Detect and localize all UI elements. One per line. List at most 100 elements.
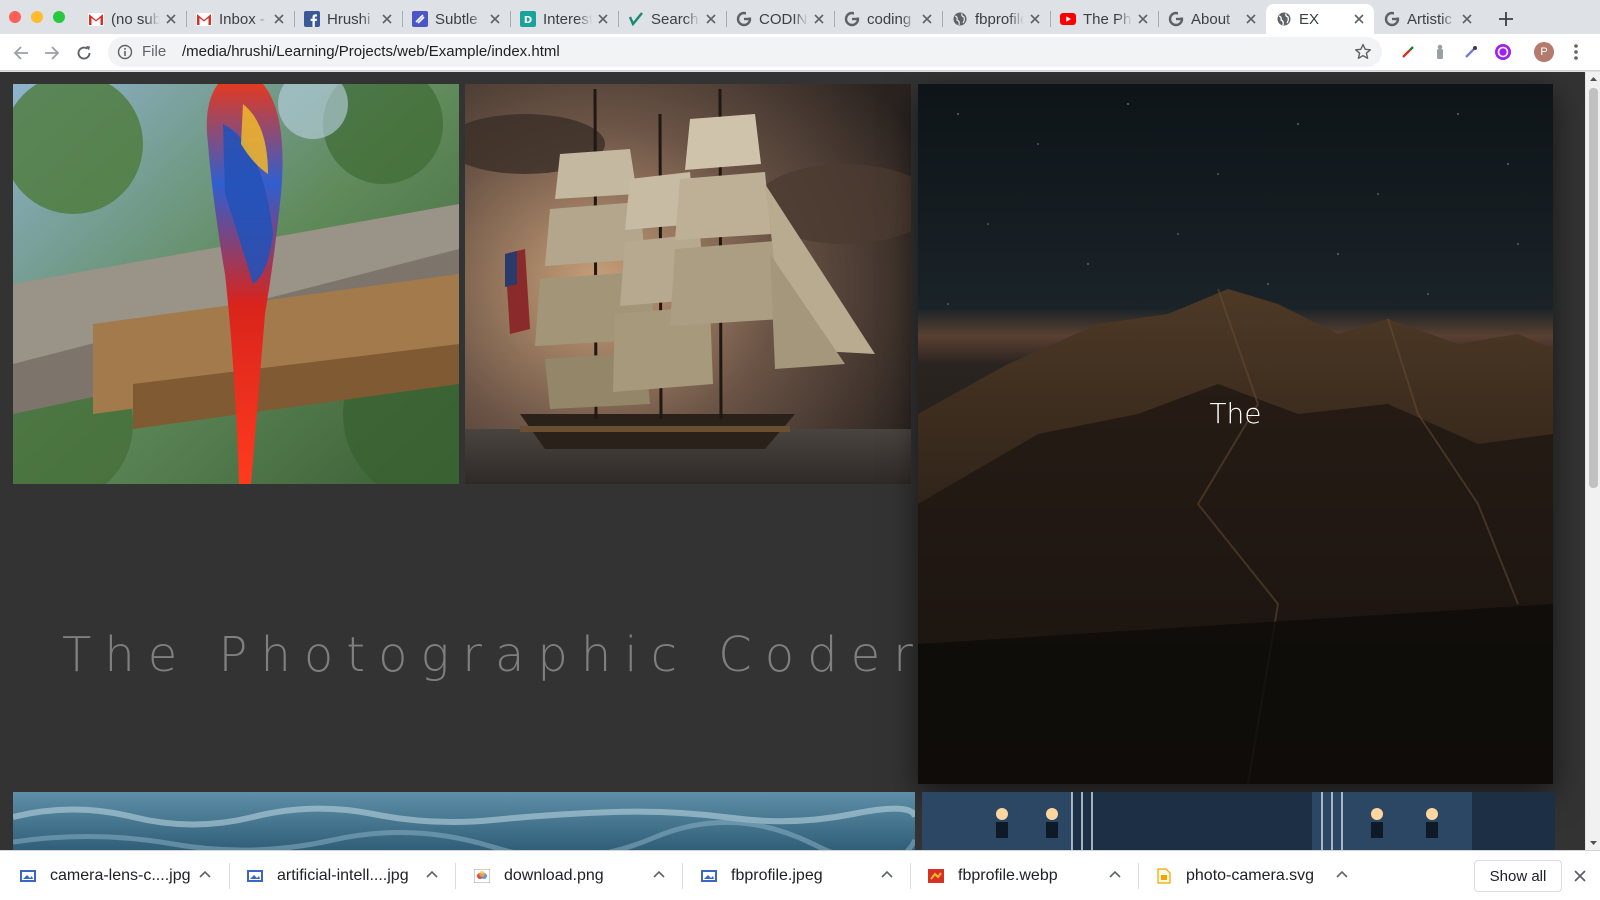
tab[interactable]: The Ph [1050,4,1158,34]
url-text[interactable]: /media/hrushi/Learning/Projects/web/Exam… [182,43,560,60]
close-tab-icon[interactable] [1460,12,1474,26]
browser-menu-button[interactable] [1566,42,1586,62]
close-tab-icon[interactable] [1136,12,1150,26]
google-icon [1384,11,1400,27]
ghost-icon [412,11,428,27]
shelf-divider [455,863,456,889]
close-tab-icon[interactable] [1028,12,1042,26]
page-scrollbar[interactable] [1585,72,1600,850]
reload-icon [77,46,91,60]
close-tab-icon[interactable] [164,12,178,26]
show-all-downloads-button[interactable]: Show all [1474,860,1562,892]
download-filename: fbprofile.webp [958,867,1058,884]
browser-toolbar: File /media/hrushi/Learning/Projects/web… [0,34,1600,71]
purple-extension-icon[interactable] [1493,42,1513,62]
eyedropper-extension-icon[interactable] [1461,42,1481,62]
tab[interactable]: Inbox - [186,4,294,34]
close-tab-icon[interactable] [1244,12,1258,26]
more-vert-icon [1574,44,1578,60]
tab-title: EX [1299,10,1320,28]
color-picker-extension-icon[interactable] [1398,42,1418,62]
new-tab-button[interactable] [1493,6,1519,32]
parrot-photo[interactable] [13,84,459,484]
tab[interactable]: (no subject) [78,4,186,34]
close-tab-icon[interactable] [920,12,934,26]
download-item[interactable]: fbprofile.jpeg [701,851,823,900]
extension-icon[interactable] [1430,42,1450,62]
download-item[interactable]: artificial-intell....jpg [247,851,409,900]
tab[interactable]: Search [618,4,726,34]
profile-avatar[interactable]: P [1534,42,1554,62]
close-tab-icon[interactable] [1352,12,1366,26]
ocean-photo[interactable] [13,792,915,850]
tab[interactable]: Subtle [402,4,510,34]
webp-file-icon [928,868,944,884]
scrollbar-thumb[interactable] [1589,88,1598,488]
download-item[interactable]: photo-camera.svg [1156,851,1314,900]
tab-active[interactable]: EX [1266,4,1374,34]
tall-ship-photo[interactable] [465,84,911,484]
chevron-up-icon[interactable] [1335,868,1349,882]
tab[interactable]: Hrushi [294,4,402,34]
chevron-up-icon[interactable] [880,868,894,882]
arrow-left-icon [13,46,28,60]
shelf-divider [1138,863,1139,889]
download-shelf: camera-lens-c....jpg artificial-intell..… [0,850,1600,900]
vimeo-icon [628,11,644,27]
window-close-button[interactable] [9,11,21,23]
download-item[interactable]: download.png [474,851,604,900]
url-scheme-label: File [142,43,167,60]
tab[interactable]: About [1158,4,1266,34]
tab[interactable]: coding [834,4,942,34]
tab-title: fbprofile [975,10,1024,28]
window-maximize-button[interactable] [53,11,65,23]
chevron-up-icon[interactable] [198,868,212,882]
tab[interactable]: CODING [726,4,834,34]
window-minimize-button[interactable] [31,11,43,23]
google-icon [1168,11,1184,27]
svg-text:D: D [524,15,532,26]
tab[interactable]: Artistic [1374,4,1482,34]
close-icon[interactable] [1572,868,1588,884]
download-filename: download.png [504,867,604,884]
gmail-icon [88,11,104,27]
image-file-icon [701,868,717,884]
download-item[interactable]: camera-lens-c....jpg [20,851,191,900]
back-button[interactable] [8,40,34,66]
tab-title: Interest [543,10,592,28]
tab-title: (no subject) [111,10,160,28]
tab[interactable]: fbprofile [942,4,1050,34]
scroll-up-arrow-icon[interactable] [1589,75,1598,84]
download-filename: artificial-intell....jpg [277,867,409,884]
bookmark-star-icon[interactable] [1354,43,1372,61]
tab-title: Search [651,10,699,28]
png-file-icon [474,868,490,884]
gmail-icon [196,11,212,27]
forward-button[interactable] [39,40,65,66]
plus-icon [1499,12,1513,26]
scroll-down-arrow-icon[interactable] [1589,838,1598,847]
tab-title: Inbox - [219,10,265,28]
close-tab-icon[interactable] [704,12,718,26]
corridor-photo[interactable] [922,792,1555,850]
close-tab-icon[interactable] [812,12,826,26]
youtube-icon [1060,11,1076,27]
night-mountain-photo[interactable]: The [918,84,1553,784]
tab[interactable]: D Interest [510,4,618,34]
tab-title: Hrushi [327,10,371,28]
close-tab-icon[interactable] [380,12,394,26]
address-bar[interactable]: File /media/hrushi/Learning/Projects/web… [108,37,1382,67]
chevron-up-icon[interactable] [652,868,666,882]
info-icon[interactable] [117,44,133,60]
shelf-divider [682,863,683,889]
close-tab-icon[interactable] [272,12,286,26]
download-filename: camera-lens-c....jpg [50,867,191,884]
close-tab-icon[interactable] [488,12,502,26]
chevron-up-icon[interactable] [425,868,439,882]
tab-strip: (no subject) Inbox - Hrushi Subtle [0,0,1600,34]
close-tab-icon[interactable] [596,12,610,26]
tab-title: Artistic [1407,10,1452,28]
chevron-up-icon[interactable] [1108,868,1122,882]
download-item[interactable]: fbprofile.webp [928,851,1058,900]
reload-button[interactable] [71,40,97,66]
